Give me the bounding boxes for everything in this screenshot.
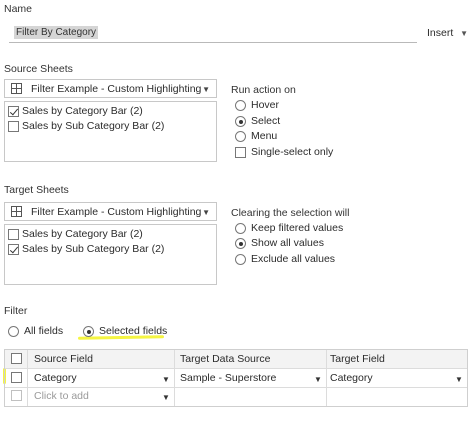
target-sheets-list: Sales by Category Bar (2) Sales by Sub C… (4, 224, 217, 285)
radio-label: Menu (251, 130, 278, 142)
source-sheet-checkbox[interactable] (8, 121, 19, 132)
clearing-label: Clearing the selection will (231, 207, 350, 219)
radio-label: All fields (24, 325, 64, 337)
source-sheet-label: Sales by Category Bar (2) (22, 105, 143, 117)
sheet-grid-icon (11, 206, 22, 217)
source-sheet-label: Sales by Sub Category Bar (2) (22, 120, 165, 132)
radio-label: Keep filtered values (251, 222, 344, 234)
name-label: Name (4, 3, 33, 15)
target-sheet-checkbox[interactable] (8, 244, 19, 255)
header-source-field[interactable]: Source Field (34, 353, 93, 365)
chevron-down-icon[interactable]: ▼ (314, 375, 322, 384)
chevron-down-icon: ▼ (202, 85, 210, 94)
source-sheets-list: Sales by Category Bar (2) Sales by Sub C… (4, 101, 217, 162)
row-checkbox[interactable] (11, 372, 22, 383)
filter-fields-table: Source Field Target Data Source Target F… (4, 349, 468, 407)
action-name-input[interactable]: Filter By Category (9, 23, 417, 43)
target-field-select[interactable]: Category (330, 372, 373, 384)
radio-button[interactable] (235, 254, 246, 265)
target-sheet-label: Sales by Category Bar (2) (22, 228, 143, 240)
radio-button[interactable] (8, 326, 19, 337)
insert-label: Insert (427, 27, 454, 39)
radio-label: Exclude all values (251, 253, 336, 265)
radio-label: Show all values (251, 237, 324, 249)
source-sheets-dropdown-value: Filter Example - Custom Highlighting (31, 83, 202, 95)
radio-label: Select (251, 115, 281, 127)
radio-button[interactable] (235, 223, 246, 234)
radio-button[interactable] (83, 326, 94, 337)
header-target-data-source[interactable]: Target Data Source (180, 353, 270, 365)
chevron-down-icon[interactable]: ▼ (162, 375, 170, 384)
radio-label: Hover (251, 99, 280, 111)
radio-label: Selected fields (99, 325, 168, 337)
chevron-down-icon: ▼ (460, 29, 468, 38)
target-sheet-checkbox[interactable] (8, 229, 19, 240)
header-target-field[interactable]: Target Field (330, 353, 385, 365)
source-sheets-label: Source Sheets (4, 63, 73, 75)
radio-button[interactable] (235, 100, 246, 111)
filter-label: Filter (4, 305, 28, 317)
source-sheet-checkbox[interactable] (8, 106, 19, 117)
select-all-checkbox[interactable] (11, 353, 22, 364)
chevron-down-icon[interactable]: ▼ (455, 375, 463, 384)
radio-button[interactable] (235, 238, 246, 249)
single-select-checkbox[interactable] (235, 147, 246, 158)
target-sheets-label: Target Sheets (4, 184, 69, 196)
target-data-source-select[interactable]: Sample - Superstore (180, 372, 276, 384)
sheet-grid-icon (11, 83, 22, 94)
radio-button[interactable] (235, 116, 246, 127)
action-name-value: Filter By Category (14, 26, 99, 39)
chevron-down-icon: ▼ (202, 208, 210, 217)
target-sheets-dropdown-value: Filter Example - Custom Highlighting (31, 206, 202, 218)
chevron-down-icon[interactable]: ▼ (162, 393, 170, 402)
insert-dropdown[interactable]: Insert ▼ (422, 26, 470, 42)
click-to-add-select[interactable]: Click to add (34, 390, 89, 402)
source-sheets-dropdown[interactable]: Filter Example - Custom Highlighting ▼ (4, 79, 217, 98)
target-sheets-dropdown[interactable]: Filter Example - Custom Highlighting ▼ (4, 202, 217, 221)
target-sheet-label: Sales by Sub Category Bar (2) (22, 243, 165, 255)
radio-button[interactable] (235, 131, 246, 142)
source-field-select[interactable]: Category (34, 372, 77, 384)
add-row-checkbox (11, 390, 22, 401)
single-select-label: Single-select only (251, 146, 334, 158)
run-action-label: Run action on (231, 84, 296, 96)
